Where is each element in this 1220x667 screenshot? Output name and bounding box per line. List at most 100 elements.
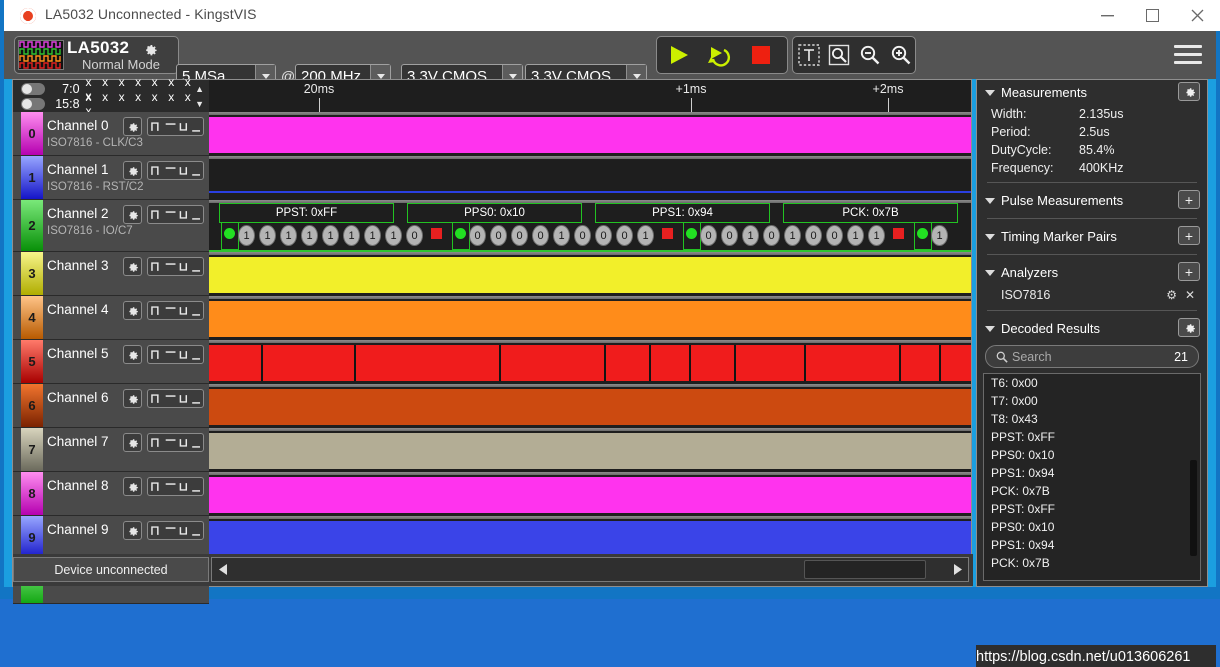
add-analyzer-button[interactable]: + (1178, 262, 1200, 281)
channel-trigger-icons[interactable] (147, 117, 204, 136)
start-capture-button[interactable] (661, 40, 697, 70)
channel-settings-gear-icon[interactable] (123, 257, 142, 276)
pulse-measurements-header[interactable]: Pulse Measurements + (977, 188, 1207, 213)
channel-trigger-icons[interactable] (147, 205, 204, 224)
decoded-result-item[interactable]: T7: 0x00 (984, 392, 1200, 410)
decoded-result-item[interactable]: PCK: 0x7B (984, 554, 1200, 572)
channel-trigger-icons[interactable] (147, 301, 204, 320)
scroll-down-icon[interactable]: ▼ (195, 99, 204, 109)
decoded-results-header[interactable]: Decoded Results (977, 316, 1207, 341)
channel-trigger-icons[interactable] (147, 257, 204, 276)
timing-marker-pairs-header[interactable]: Timing Marker Pairs + (977, 224, 1207, 249)
analyzers-header[interactable]: Analyzers + (977, 260, 1207, 285)
decoded-result-item[interactable]: PCK: 0x7B (984, 482, 1200, 500)
waveform-display[interactable]: PPST: 0xFF PPS0: 0x10 PPS1: 0x94 PCK: 0x7B 1… (209, 112, 971, 554)
waveform-row[interactable] (209, 156, 971, 200)
channel-settings-gear-icon[interactable] (123, 117, 142, 136)
channel-row[interactable]: 3 Channel 3 (13, 252, 209, 296)
channel-row[interactable]: 5 Channel 5 (13, 340, 209, 384)
decoded-results-settings-gear-icon[interactable] (1178, 318, 1200, 337)
time-ruler[interactable]: 20ms+1ms+2ms+3ms (209, 80, 971, 113)
waveform-transition (604, 345, 606, 381)
ruler-tick-label: +2ms (872, 82, 904, 96)
waveform-row[interactable]: PPST: 0xFF PPS0: 0x10 PPS1: 0x94 PCK: 0x7B 1… (209, 200, 971, 252)
decoded-result-item[interactable]: PPS1: 0x94 (984, 536, 1200, 554)
channel-trigger-icons[interactable] (147, 521, 204, 540)
channel-row[interactable]: 4 Channel 4 (13, 296, 209, 340)
waveform-row[interactable] (209, 472, 971, 516)
scrollbar-thumb[interactable] (804, 560, 926, 579)
collapse-triangle-icon[interactable] (985, 89, 995, 96)
channel-settings-gear-icon[interactable] (123, 345, 142, 364)
channel-row[interactable]: 0 Channel 0 ISO7816 - CLK/C3 (13, 112, 209, 156)
waveform-transition (734, 345, 736, 381)
analyzer-close-icon[interactable]: ✕ (1185, 288, 1195, 302)
maximize-button[interactable] (1130, 0, 1175, 31)
analyzer-settings-gear-icon[interactable]: ⚙ (1166, 288, 1177, 302)
results-scrollbar-thumb[interactable] (1190, 460, 1197, 556)
zoom-fit-button[interactable] (824, 40, 854, 70)
decoded-bit: 0 (469, 225, 486, 246)
channel-row[interactable]: 6 Channel 6 (13, 384, 209, 428)
channel-selector-row-15-8[interactable]: 15:8 x x x x x x x x ▼ (13, 90, 209, 118)
decoded-result-item[interactable]: PPS0: 0x10 (984, 446, 1200, 464)
collapse-triangle-icon[interactable] (985, 197, 995, 204)
stop-capture-button[interactable] (743, 40, 779, 70)
channel-settings-gear-icon[interactable] (123, 521, 142, 540)
channel-trigger-icons[interactable] (147, 477, 204, 496)
collapse-triangle-icon[interactable] (985, 269, 995, 276)
waveform-row[interactable] (209, 112, 971, 156)
device-settings-gear-icon[interactable] (139, 39, 161, 58)
repeat-capture-button[interactable] (701, 40, 737, 70)
waveform-row[interactable] (209, 428, 971, 472)
zoom-out-button[interactable] (855, 40, 885, 70)
waveform-row[interactable] (209, 296, 971, 340)
channel-settings-gear-icon[interactable] (123, 389, 142, 408)
measurements-settings-gear-icon[interactable] (1178, 82, 1200, 101)
waveform-signal-pulses (209, 345, 971, 381)
channel-settings-gear-icon[interactable] (123, 301, 142, 320)
horizontal-scrollbar[interactable] (211, 557, 969, 582)
channel-trigger-icons[interactable] (147, 161, 204, 180)
analyzer-item[interactable]: ISO7816 ⚙ ✕ (977, 285, 1207, 305)
decoded-result-item[interactable]: T8: 0x43 (984, 410, 1200, 428)
waveform-row[interactable] (209, 340, 971, 384)
channel-settings-gear-icon[interactable] (123, 477, 142, 496)
channel-trigger-icons[interactable] (147, 389, 204, 408)
measurements-header[interactable]: Measurements (977, 80, 1207, 105)
channel-row[interactable]: 7 Channel 7 (13, 428, 209, 472)
add-timing-marker-button[interactable]: + (1178, 226, 1200, 245)
decoded-result-item[interactable]: PPS0: 0x10 (984, 518, 1200, 536)
decoded-packet-row[interactable]: PPST: 0xFF PPS0: 0x10 PPS1: 0x94 PCK: 0x7B 1… (209, 200, 971, 252)
measurement-row: Width: 2.135us (977, 105, 1207, 123)
channel-settings-gear-icon[interactable] (123, 433, 142, 452)
waveform-row[interactable] (209, 516, 971, 554)
decoded-result-item[interactable]: PPST: 0xFF (984, 500, 1200, 518)
channel-row[interactable]: 8 Channel 8 (13, 472, 209, 516)
text-select-tool-button[interactable] (794, 40, 824, 70)
channel-row[interactable]: 2 Channel 2 ISO7816 - IO/C7 (13, 200, 209, 252)
toggle-15-8[interactable] (21, 98, 45, 110)
channel-row[interactable]: 1 Channel 1 ISO7816 - RST/C2 (13, 156, 209, 200)
close-button[interactable] (1175, 0, 1220, 31)
toggle-7-0[interactable] (21, 83, 45, 95)
waveform-row[interactable] (209, 252, 971, 296)
collapse-triangle-icon[interactable] (985, 325, 995, 332)
decoded-result-item[interactable]: PPS1: 0x94 (984, 464, 1200, 482)
scroll-right-icon[interactable] (946, 558, 968, 581)
channel-settings-gear-icon[interactable] (123, 161, 142, 180)
zoom-in-button[interactable] (886, 40, 916, 70)
decoded-results-search[interactable]: Search 21 (985, 345, 1199, 368)
channel-trigger-icons[interactable] (147, 345, 204, 364)
decoded-result-item[interactable]: PPST: 0xFF (984, 428, 1200, 446)
minimize-button[interactable] (1085, 0, 1130, 31)
add-pulse-measurement-button[interactable]: + (1178, 190, 1200, 209)
channel-trigger-icons[interactable] (147, 433, 204, 452)
channel-settings-gear-icon[interactable] (123, 205, 142, 224)
scroll-left-icon[interactable] (212, 558, 234, 581)
decoded-result-item[interactable]: T6: 0x00 (984, 374, 1200, 392)
waveform-row[interactable] (209, 384, 971, 428)
main-menu-button[interactable] (1174, 45, 1202, 65)
collapse-triangle-icon[interactable] (985, 233, 995, 240)
decoded-results-list[interactable]: T6: 0x00 T7: 0x00 T8: 0x43 PPST: 0xFF PPS0: … (983, 373, 1201, 581)
